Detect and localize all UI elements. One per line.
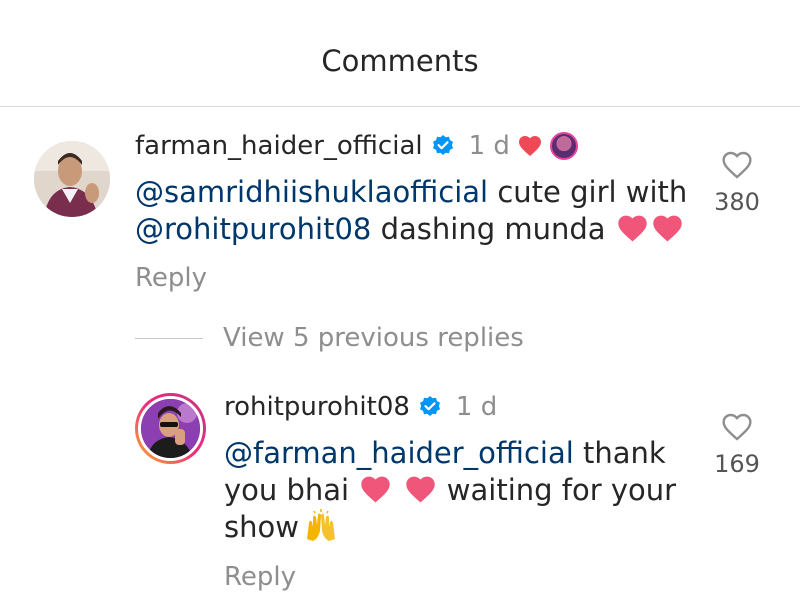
- author-avatar-mini: [549, 132, 578, 160]
- like-control: 169: [702, 412, 772, 478]
- verified-badge-icon: [419, 396, 440, 416]
- reply-button[interactable]: Reply: [224, 562, 296, 592]
- like-control: 380: [702, 150, 772, 216]
- like-count: 169: [714, 450, 760, 478]
- avatar-photo: [34, 141, 110, 217]
- avatar-photo: [138, 396, 203, 461]
- reply-button[interactable]: Reply: [135, 263, 207, 293]
- comment-meta: rohitpurohit08 1 d: [224, 388, 497, 426]
- comment-meta: farman_haider_official 1 d: [135, 126, 578, 166]
- author-liked-heart-icon: [518, 136, 541, 156]
- avatar[interactable]: [135, 393, 206, 464]
- like-count: 380: [714, 188, 760, 216]
- page-title: Comments: [321, 44, 479, 78]
- like-heart-outline-icon[interactable]: [721, 150, 753, 180]
- like-heart-outline-icon[interactable]: [721, 412, 753, 442]
- comment-username[interactable]: farman_haider_official: [135, 131, 423, 161]
- heart-emoji-icon: [653, 215, 682, 242]
- heart-emoji-icon: [618, 215, 647, 242]
- comment-username[interactable]: rohitpurohit08: [224, 392, 410, 422]
- heart-emoji-icon: [361, 476, 391, 503]
- view-previous-replies[interactable]: View 5 previous replies: [135, 323, 524, 353]
- mention-link[interactable]: @rohitpurohit08: [135, 212, 371, 246]
- avatar[interactable]: [34, 141, 110, 217]
- mention-link[interactable]: @farman_haider_official: [224, 436, 574, 470]
- mention-link[interactable]: @samridhiishuklaofficial: [135, 175, 488, 209]
- heart-emoji-icon: [405, 476, 435, 503]
- divider-line: [135, 337, 203, 339]
- raising-hands-emoji: [306, 509, 335, 541]
- comment-text: @farman_haider_official thank you bhai w…: [224, 436, 677, 544]
- view-replies-label[interactable]: View 5 previous replies: [223, 323, 524, 353]
- comment-time: 1 d: [468, 131, 510, 161]
- comments-header: Comments: [0, 0, 800, 107]
- comment-time: 1 d: [455, 392, 498, 422]
- verified-badge-icon: [432, 135, 453, 155]
- comment-text: @samridhiishuklaofficial cute girl with …: [135, 175, 688, 246]
